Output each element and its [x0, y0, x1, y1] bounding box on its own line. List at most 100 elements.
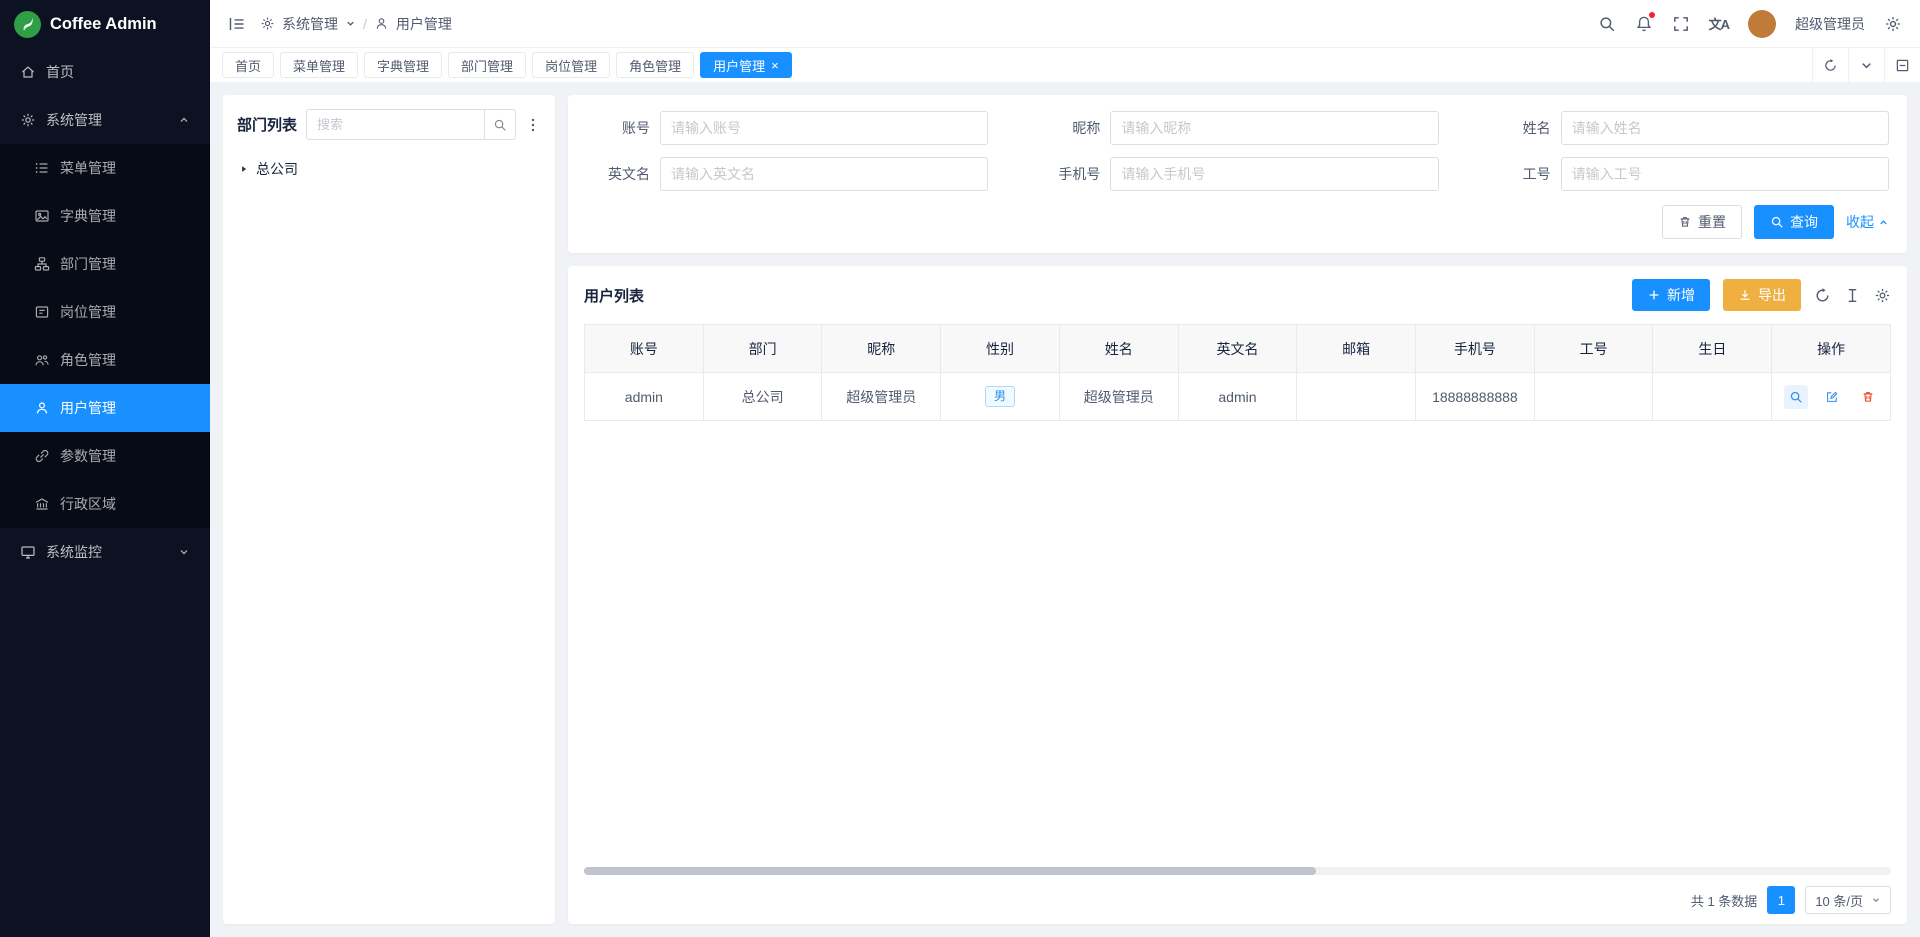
- search-icon: [1770, 215, 1784, 229]
- sidebar-item-dept-management[interactable]: 部门管理: [0, 240, 210, 288]
- total-count-text: 共 1 条数据: [1691, 891, 1757, 910]
- tab-bar: 首页 菜单管理 字典管理 部门管理 岗位管理 角色管理 用户管理 ×: [210, 48, 1920, 82]
- nickname-input[interactable]: [1110, 111, 1438, 145]
- gear-icon: [260, 16, 275, 31]
- job-number-input[interactable]: [1561, 157, 1889, 191]
- org-tree-icon: [34, 256, 50, 272]
- tab-menu-management[interactable]: 菜单管理: [280, 52, 358, 78]
- edit-action-button[interactable]: [1820, 385, 1844, 409]
- cell-dept: 总公司: [703, 373, 822, 421]
- refresh-icon[interactable]: [1812, 48, 1848, 82]
- sidebar: Coffee Admin 首页 系统管理 菜单管理 字典管理: [0, 0, 210, 937]
- scrollbar-thumb[interactable]: [584, 867, 1316, 875]
- refresh-icon[interactable]: [1814, 287, 1831, 304]
- app-logo[interactable]: Coffee Admin: [0, 0, 210, 48]
- trash-icon: [1861, 390, 1875, 404]
- right-column: 账号 昵称 姓名 英文名: [568, 95, 1907, 924]
- column-header-english-name: 英文名: [1178, 325, 1297, 373]
- page-size-select[interactable]: 10 条/页: [1805, 886, 1891, 914]
- home-icon: [20, 64, 36, 80]
- current-user-name[interactable]: 超级管理员: [1795, 14, 1865, 34]
- department-panel-header: 部门列表: [237, 109, 541, 140]
- page-content: 部门列表 总公司: [210, 82, 1920, 937]
- sidebar-item-dict-management[interactable]: 字典管理: [0, 192, 210, 240]
- tab-home[interactable]: 首页: [222, 52, 274, 78]
- chevron-down-icon[interactable]: [345, 18, 356, 29]
- cell-account: admin: [585, 373, 704, 421]
- column-header-gender: 性别: [941, 325, 1060, 373]
- sidebar-item-system-monitor[interactable]: 系统监控: [0, 528, 210, 576]
- cell-name: 超级管理员: [1059, 373, 1178, 421]
- search-form-card: 账号 昵称 姓名 英文名: [568, 95, 1907, 253]
- phone-input[interactable]: [1110, 157, 1438, 191]
- reset-button[interactable]: 重置: [1662, 205, 1742, 239]
- avatar[interactable]: [1748, 10, 1776, 38]
- tab-role-management[interactable]: 角色管理: [616, 52, 694, 78]
- tree-expand-icon[interactable]: [239, 164, 249, 174]
- sidebar-item-label: 行政区域: [60, 494, 116, 514]
- chevron-down-icon: [178, 546, 190, 558]
- sidebar-item-role-management[interactable]: 角色管理: [0, 336, 210, 384]
- tab-dict-management[interactable]: 字典管理: [364, 52, 442, 78]
- delete-action-button[interactable]: [1856, 385, 1880, 409]
- column-header-nickname: 昵称: [822, 325, 941, 373]
- sidebar-item-home[interactable]: 首页: [0, 48, 210, 96]
- name-input[interactable]: [1561, 111, 1889, 145]
- job-number-field: 工号: [1487, 157, 1889, 191]
- column-header-phone: 手机号: [1416, 325, 1535, 373]
- sidebar-item-admin-region[interactable]: 行政区域: [0, 480, 210, 528]
- page-button-1[interactable]: 1: [1767, 886, 1795, 914]
- translate-icon[interactable]: 文A: [1709, 14, 1729, 33]
- department-search-input[interactable]: [307, 110, 484, 139]
- column-settings-icon[interactable]: [1844, 287, 1861, 304]
- sidebar-item-param-management[interactable]: 参数管理: [0, 432, 210, 480]
- sidebar-item-menu-management[interactable]: 菜单管理: [0, 144, 210, 192]
- edit-icon: [1825, 390, 1839, 404]
- tab-user-management[interactable]: 用户管理 ×: [700, 52, 792, 78]
- notification-bell-icon[interactable]: [1635, 15, 1653, 33]
- department-search-button[interactable]: [484, 110, 515, 139]
- export-button[interactable]: 导出: [1723, 279, 1801, 311]
- english-name-input[interactable]: [660, 157, 988, 191]
- user-table: 账号 部门 昵称 性别 姓名 英文名 邮箱 手机号 工号 生日: [584, 324, 1891, 421]
- cell-birthday: [1653, 373, 1772, 421]
- view-action-button[interactable]: [1784, 385, 1808, 409]
- sidebar-item-user-management[interactable]: 用户管理: [0, 384, 210, 432]
- dictionary-icon: [34, 208, 50, 224]
- settings-gear-icon[interactable]: [1884, 15, 1902, 33]
- collapse-toggle[interactable]: 收起: [1846, 212, 1889, 232]
- account-field: 账号: [586, 111, 988, 145]
- fullscreen-icon[interactable]: [1672, 15, 1690, 33]
- account-input[interactable]: [660, 111, 988, 145]
- gender-tag: 男: [985, 386, 1015, 408]
- tab-dept-management[interactable]: 部门管理: [448, 52, 526, 78]
- tree-item-head-office[interactable]: 总公司: [237, 154, 541, 184]
- sidebar-item-system-management[interactable]: 系统管理: [0, 96, 210, 144]
- header-actions: 文A 超级管理员: [1598, 10, 1902, 38]
- tab-post-management[interactable]: 岗位管理: [532, 52, 610, 78]
- sidebar-item-label: 用户管理: [60, 398, 116, 418]
- breadcrumb-separator: /: [363, 16, 367, 32]
- close-icon[interactable]: ×: [771, 59, 779, 72]
- table-header-row: 账号 部门 昵称 性别 姓名 英文名 邮箱 手机号 工号 生日: [585, 325, 1891, 373]
- phone-label: 手机号: [1036, 164, 1100, 184]
- tab-list-chevron-icon[interactable]: [1848, 48, 1884, 82]
- collapse-sidebar-icon[interactable]: [228, 15, 246, 33]
- search-icon[interactable]: [1598, 15, 1616, 33]
- notification-dot: [1649, 12, 1655, 18]
- breadcrumb-level2: 用户管理: [396, 14, 452, 34]
- table-settings-gear-icon[interactable]: [1874, 287, 1891, 304]
- search-form-actions: 重置 查询 收起: [586, 205, 1889, 239]
- chevron-up-icon: [1878, 217, 1889, 228]
- tab-controls: [1812, 48, 1920, 82]
- sidebar-item-post-management[interactable]: 岗位管理: [0, 288, 210, 336]
- add-user-button[interactable]: 新增: [1632, 279, 1710, 311]
- column-header-account: 账号: [585, 325, 704, 373]
- content-fullscreen-icon[interactable]: [1884, 48, 1920, 82]
- department-list-title: 部门列表: [237, 114, 297, 135]
- more-options-icon[interactable]: [525, 117, 541, 133]
- top-header: 系统管理 / 用户管理 文A 超级管理员: [210, 0, 1920, 48]
- breadcrumb-level1[interactable]: 系统管理: [282, 14, 338, 34]
- horizontal-scrollbar[interactable]: [584, 867, 1891, 875]
- query-button[interactable]: 查询: [1754, 205, 1834, 239]
